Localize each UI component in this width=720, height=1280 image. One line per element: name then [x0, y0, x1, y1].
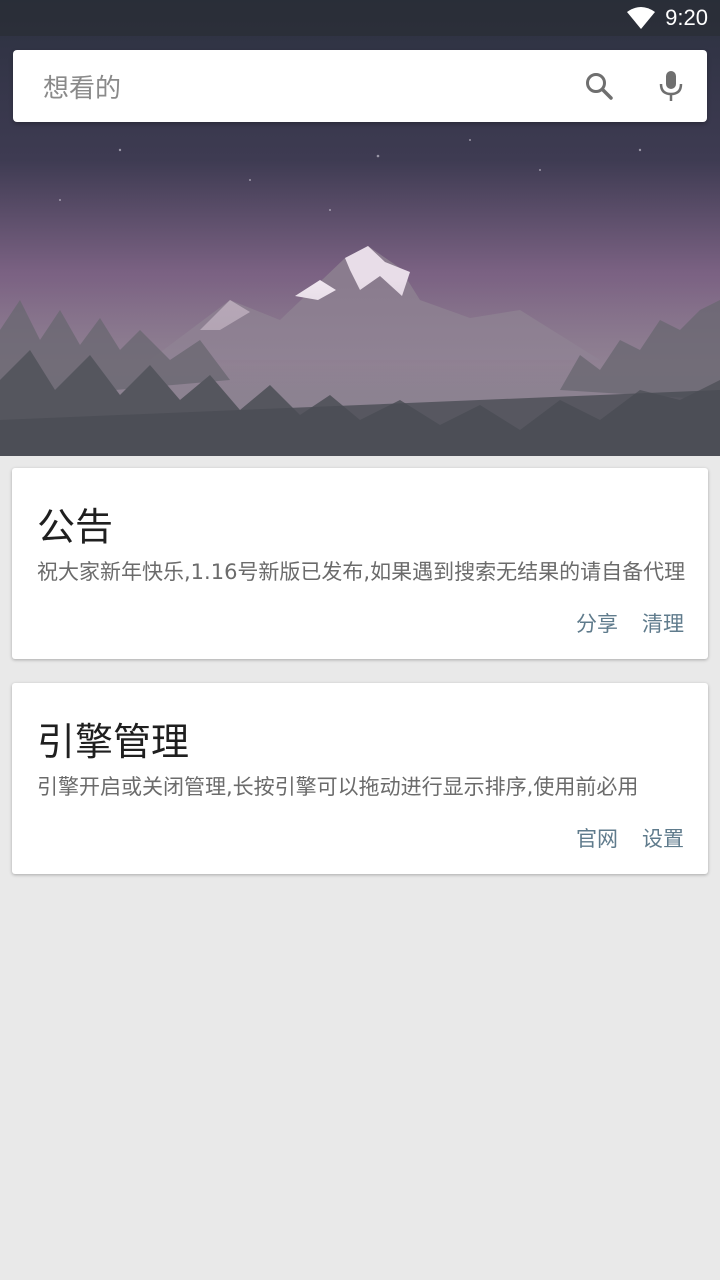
official-site-button[interactable]: 官网 [576, 823, 618, 853]
share-button[interactable]: 分享 [576, 608, 618, 638]
status-time: 9:20 [665, 5, 708, 30]
search-input[interactable]: 想看的 [13, 68, 563, 105]
microphone-icon[interactable] [635, 50, 707, 122]
engine-text: 引擎开启或关闭管理,长按引擎可以拖动进行显示排序,使用前必用 [37, 775, 639, 799]
settings-button[interactable]: 设置 [642, 823, 684, 853]
clear-button[interactable]: 清理 [642, 608, 684, 638]
engine-title: 引擎管理 [37, 720, 190, 764]
search-icon[interactable] [563, 50, 635, 122]
wifi-icon [627, 7, 656, 29]
announcement-card: 公告 祝大家新年快乐,1.16号新版已发布,如果遇到搜索无结果的请自备代理 分享… [12, 468, 708, 659]
announcement-text: 祝大家新年快乐,1.16号新版已发布,如果遇到搜索无结果的请自备代理 [37, 560, 686, 584]
engine-management-card: 引擎管理 引擎开启或关闭管理,长按引擎可以拖动进行显示排序,使用前必用 官网 设… [12, 683, 708, 874]
search-bar[interactable]: 想看的 [13, 50, 707, 122]
status-bar: 9:20 [0, 0, 720, 36]
announcement-title: 公告 [37, 505, 114, 549]
